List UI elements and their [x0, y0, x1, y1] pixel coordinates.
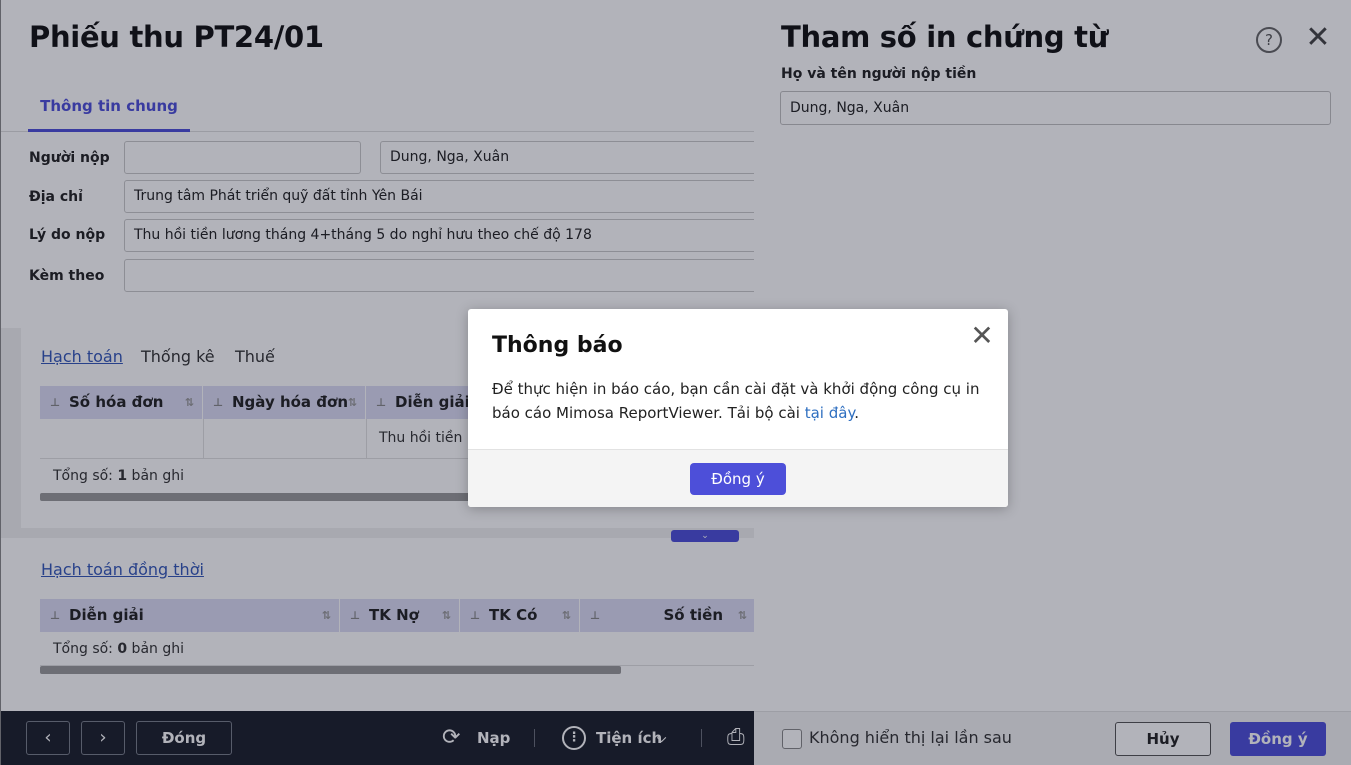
- notification-dialog: Thông báo ✕ Để thực hiện in báo cáo, bạn…: [468, 309, 1008, 507]
- close-icon[interactable]: ✕: [968, 322, 996, 351]
- dialog-title: Thông báo: [492, 333, 623, 358]
- dialog-ok-button[interactable]: Đồng ý: [690, 463, 786, 495]
- dialog-footer: Đồng ý: [468, 449, 1008, 507]
- download-link[interactable]: tại đây: [805, 404, 854, 422]
- dialog-message: Để thực hiện in báo cáo, bạn cần cài đặt…: [492, 380, 980, 422]
